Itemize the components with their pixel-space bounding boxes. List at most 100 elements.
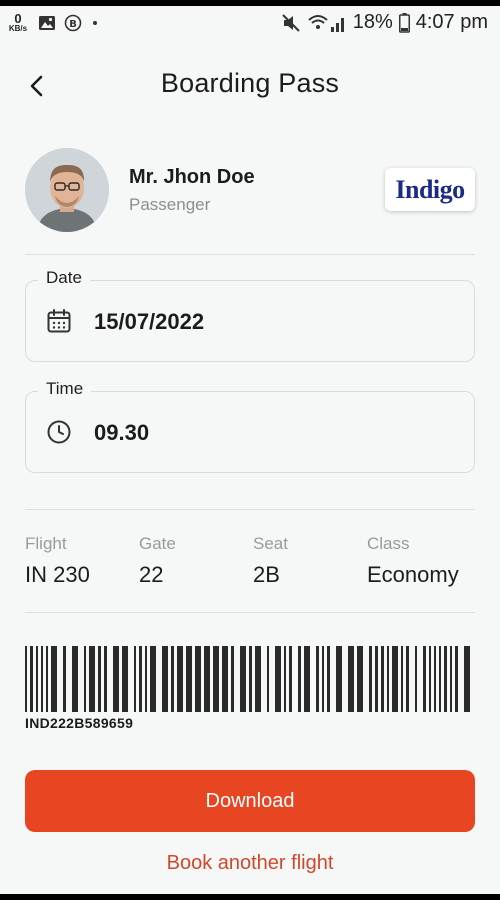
- barcode-bar: [122, 646, 128, 712]
- barcode-bar: [434, 646, 436, 712]
- download-button[interactable]: Download: [25, 770, 475, 832]
- divider: [25, 612, 475, 613]
- barcode-bar: [289, 646, 292, 712]
- barcode-bar: [113, 646, 119, 712]
- barcode-bar: [401, 646, 403, 712]
- barcode-bar: [84, 646, 86, 712]
- barcode-bar: [171, 646, 174, 712]
- boarding-pass-screen: 0 KB/s B 18% 4:07 pm Boarding Pass Mr. J…: [0, 6, 500, 894]
- barcode-bar: [336, 646, 342, 712]
- barcode-bar: [415, 646, 417, 712]
- battery-icon: [398, 12, 410, 33]
- flight-info-seat: Seat 2B: [253, 534, 288, 588]
- barcode-bar: [72, 646, 78, 712]
- barcode-bar: [104, 646, 107, 712]
- barcode-bar: [322, 646, 324, 712]
- time-value: 09.30: [94, 420, 150, 445]
- barcode-bar: [275, 646, 281, 712]
- time-label: Time: [38, 379, 92, 399]
- barcode-bar: [204, 646, 210, 712]
- divider: [25, 254, 475, 255]
- barcode-bar: [387, 646, 389, 712]
- barcode-bar: [298, 646, 301, 712]
- barcode-bar: [423, 646, 426, 712]
- barcode-bar: [195, 646, 201, 712]
- barcode-bar: [369, 646, 372, 712]
- svg-text:B: B: [69, 19, 77, 30]
- barcode-bar: [439, 646, 441, 712]
- barcode-bar: [455, 646, 458, 712]
- gate-label: Gate: [139, 534, 176, 553]
- passenger-role: Passenger: [129, 195, 211, 214]
- barcode-bar: [375, 646, 378, 712]
- barcode-bar: [392, 646, 398, 712]
- barcode-bar: [450, 646, 452, 712]
- barcode-bar: [145, 646, 147, 712]
- clock-icon: [47, 420, 71, 444]
- flight-info-flight: Flight IN 230: [25, 534, 90, 588]
- clock-time: 4:07 pm: [415, 11, 488, 33]
- barcode-bar: [249, 646, 252, 712]
- barcode-bar: [89, 646, 95, 712]
- passenger-photo: [25, 148, 109, 232]
- time-field[interactable]: Time 09.30: [25, 379, 475, 473]
- barcode-bar: [429, 646, 431, 712]
- barcode-bar: [304, 646, 310, 712]
- barcode-bar: [41, 646, 43, 712]
- class-value: Economy: [367, 562, 459, 587]
- barcode-bar: [36, 646, 38, 712]
- page-title: Boarding Pass: [160, 68, 340, 98]
- barcode-bar: [213, 646, 219, 712]
- seat-label: Seat: [253, 534, 288, 553]
- date-value: 15/07/2022: [94, 309, 205, 334]
- barcode-bar: [98, 646, 101, 712]
- bitcoin-icon: B: [64, 14, 82, 31]
- barcode-bar: [444, 646, 447, 712]
- barcode-bar: [51, 646, 57, 712]
- barcode-bar: [30, 646, 33, 712]
- airline-logo: Indigo: [385, 168, 475, 211]
- avatar: [25, 148, 109, 232]
- date-label: Date: [38, 268, 90, 288]
- status-left: 0 KB/s B: [6, 12, 100, 33]
- mute-icon: [281, 13, 300, 32]
- barcode-bar: [255, 646, 261, 712]
- status-right: 18% 4:07 pm: [281, 11, 488, 34]
- barcode-bar: [46, 646, 48, 712]
- dot-icon: [93, 20, 97, 25]
- class-label: Class: [367, 534, 410, 553]
- barcode-bar: [381, 646, 384, 712]
- barcode-bar: [464, 646, 470, 712]
- seat-value: 2B: [253, 562, 280, 587]
- barcode: [25, 646, 470, 712]
- barcode-bar: [240, 646, 246, 712]
- barcode-bar: [406, 646, 409, 712]
- status-bar: 0 KB/s B 18% 4:07 pm: [0, 6, 500, 42]
- network-speed-unit: KB/s: [8, 24, 28, 33]
- barcode-number: IND222B589659: [25, 715, 134, 731]
- barcode-bar: [231, 646, 234, 712]
- flight-info-class: Class Economy: [367, 534, 459, 588]
- barcode-bar: [162, 646, 168, 712]
- barcode-bar: [63, 646, 66, 712]
- battery-percent: 18%: [352, 11, 393, 33]
- gallery-icon: [39, 15, 55, 30]
- date-field[interactable]: Date 15/07/2022: [25, 268, 475, 362]
- passenger-name: Mr. Jhon Doe: [129, 166, 255, 188]
- barcode-bar: [139, 646, 142, 712]
- barcode-bar: [150, 646, 156, 712]
- network-speed: 0 KB/s: [6, 12, 30, 33]
- barcode-bar: [316, 646, 319, 712]
- divider: [25, 509, 475, 510]
- barcode-bar: [267, 646, 269, 712]
- gate-value: 22: [139, 562, 164, 587]
- calendar-icon: [47, 309, 71, 333]
- wifi-signal-icon: [308, 14, 344, 32]
- barcode-bar: [284, 646, 286, 712]
- barcode-bar: [134, 646, 136, 712]
- barcode-bar: [25, 646, 27, 712]
- flight-info-gate: Gate 22: [139, 534, 176, 588]
- book-another-flight-link[interactable]: Book another flight: [0, 852, 500, 875]
- barcode-bar: [177, 646, 183, 712]
- barcode-bar: [327, 646, 330, 712]
